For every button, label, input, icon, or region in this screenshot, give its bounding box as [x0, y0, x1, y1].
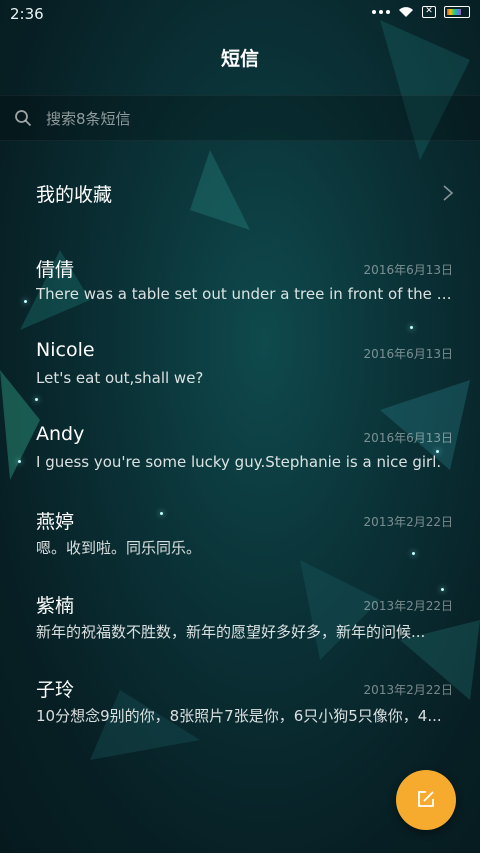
wifi-icon — [399, 7, 413, 17]
message-date: 2013年2月22日 — [363, 515, 453, 529]
message-preview: There was a table set out under a tree i… — [36, 285, 456, 303]
message-item[interactable]: Andy 2016年6月13日 I guess you're some luck… — [0, 423, 480, 503]
page-title: 短信 — [220, 48, 259, 70]
message-date: 2013年2月22日 — [363, 683, 453, 697]
battery-icon — [444, 6, 470, 18]
compose-button[interactable] — [396, 770, 456, 830]
status-icons: ✕ — [372, 6, 470, 18]
message-item[interactable]: 子玲 2013年2月22日 10分想念9别的你，8张照片7张是你，6只小狗5只像… — [0, 675, 480, 755]
message-date: 2016年6月13日 — [363, 431, 453, 445]
message-preview: 嗯。收到啦。同乐同乐。 — [36, 539, 202, 557]
message-item[interactable]: 燕婷 2013年2月22日 嗯。收到啦。同乐同乐。 — [0, 507, 480, 587]
message-preview: 新年的祝福数不胜数，新年的愿望好多好多，新年的问候... — [36, 623, 426, 641]
status-bar: 2:36 ✕ — [0, 0, 480, 28]
compose-icon — [418, 791, 434, 807]
message-preview: Let's eat out,shall we? — [36, 369, 204, 387]
message-item[interactable]: Nicole 2016年6月13日 Let's eat out,shall we… — [0, 339, 480, 419]
no-sim-icon: ✕ — [422, 6, 436, 18]
favorites-row[interactable]: 我的收藏 — [0, 166, 480, 222]
message-item[interactable]: 紫楠 2013年2月22日 新年的祝福数不胜数，新年的愿望好多好多，新年的问候.… — [0, 591, 480, 671]
message-sender: Andy — [36, 423, 85, 445]
message-sender: 子玲 — [36, 679, 75, 701]
message-preview: 10分想念9别的你，8张照片7张是你，6只小狗5只像你，4... — [36, 707, 442, 725]
chevron-right-icon — [443, 185, 454, 201]
message-date: 2016年6月13日 — [363, 347, 453, 361]
more-dots-icon — [372, 10, 390, 14]
message-date: 2016年6月13日 — [363, 263, 453, 277]
status-time: 2:36 — [10, 5, 44, 23]
message-sender: Nicole — [36, 339, 95, 361]
message-sender: 倩倩 — [36, 259, 75, 281]
search-icon — [15, 110, 32, 127]
favorites-label: 我的收藏 — [36, 184, 113, 206]
search-bar[interactable]: 搜索8条短信 — [0, 95, 480, 141]
message-date: 2013年2月22日 — [363, 599, 453, 613]
message-preview: I guess you're some lucky guy.Stephanie … — [36, 453, 442, 471]
message-item[interactable]: 倩倩 2016年6月13日 There was a table set out … — [0, 255, 480, 335]
message-sender: 紫楠 — [36, 595, 75, 617]
search-input[interactable]: 搜索8条短信 — [46, 108, 131, 129]
message-sender: 燕婷 — [36, 511, 75, 533]
